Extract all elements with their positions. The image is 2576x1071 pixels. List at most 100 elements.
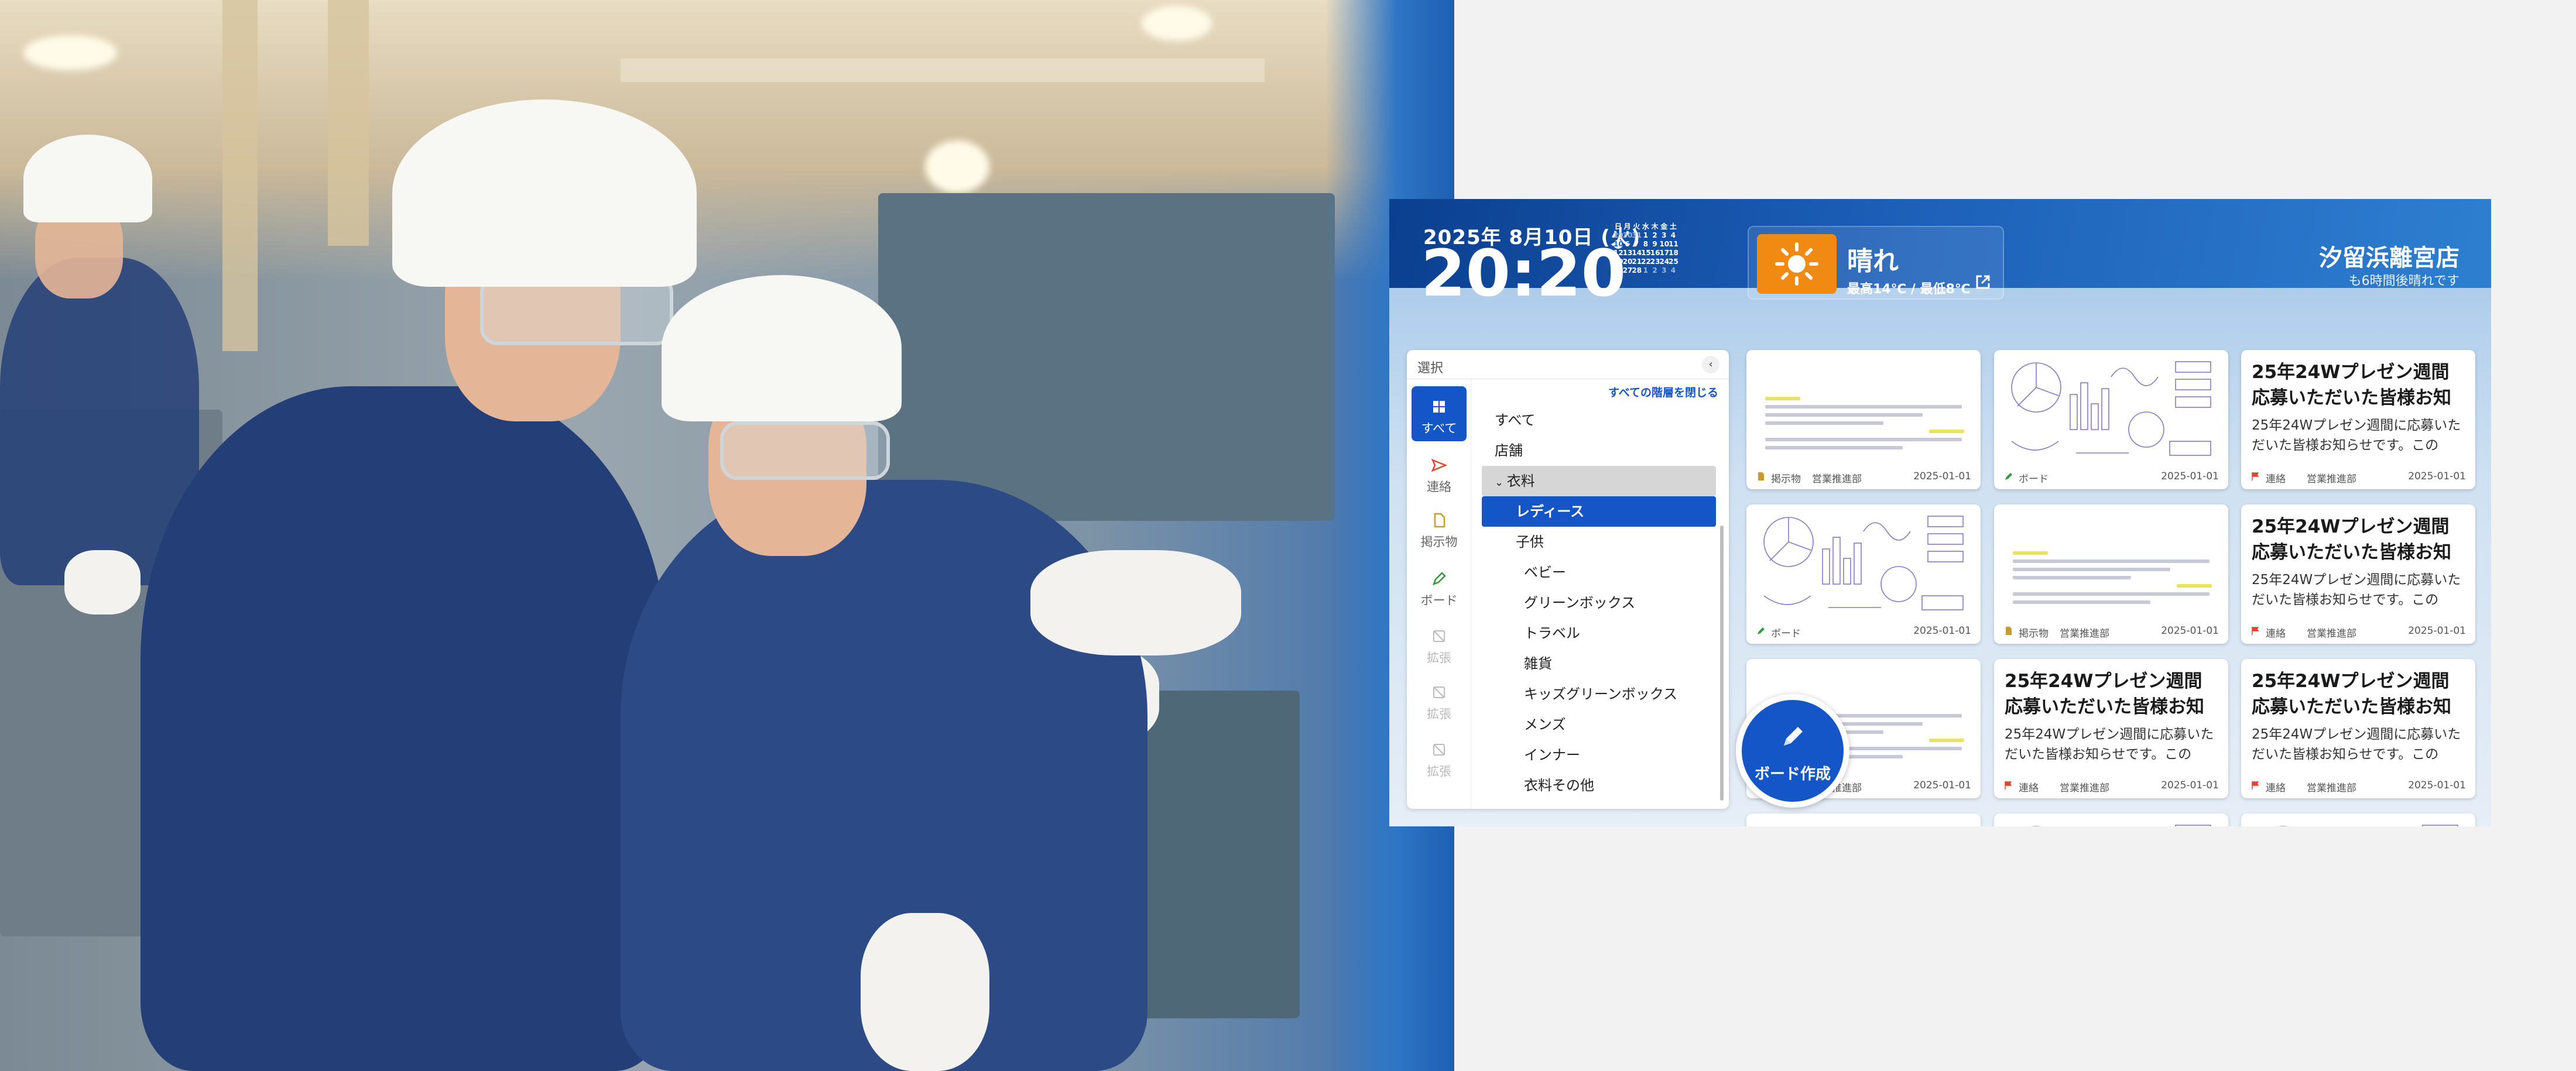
- tree-item[interactable]: 子供: [1482, 527, 1716, 557]
- calendar-day: 3: [1662, 231, 1667, 239]
- card-body: 25年24Wプレゼン週間に応募いただいた皆様お知らせです。この度、2025年の: [2252, 572, 2461, 607]
- notice-card[interactable]: 25年24Wプレゼン週間応募いただいた皆様お知らせ 25年24Wプレゼン週間に応募…: [2241, 504, 2475, 644]
- calendar-day: 6: [1625, 240, 1630, 248]
- rail-item-label: 連絡: [1427, 480, 1451, 494]
- category-tree: すべて店舗 ⌄ 衣料 レディース 子供ベビーグリーンボックストラベル 雑貨 キッズグリーン…: [1482, 405, 1716, 801]
- bulletin-card[interactable]: 掲示物営業推進部 2025-01-01: [1994, 504, 2228, 644]
- calendar-day: 15: [1641, 249, 1651, 257]
- card-title: 25年24Wプレゼン週間応募いただいた皆様お知らせ: [2005, 671, 2204, 718]
- rail-item-3[interactable]: ボード: [1412, 558, 1467, 613]
- tree-item[interactable]: ⌄ 衣料: [1482, 466, 1716, 496]
- calendar-day: 22: [1641, 258, 1651, 266]
- card-date: 2025-01-01: [2161, 625, 2219, 637]
- card-footer: 連絡 営業推進部 2025-01-01: [2250, 469, 2466, 485]
- card-body: 25年24Wプレゼン週間に応募いただいた皆様お知らせです。この度、2025年の: [2252, 418, 2461, 453]
- tree-item[interactable]: 雑貨: [1482, 648, 1716, 679]
- calendar-day: 10: [1659, 240, 1670, 248]
- card-footer: ボード 2025-01-01: [2003, 469, 2219, 485]
- external-link-icon[interactable]: [1975, 274, 1991, 293]
- card-category: 掲示物: [2019, 628, 2049, 640]
- chevron-left-icon[interactable]: ‹: [1702, 356, 1719, 373]
- calendar-weekday: 月: [1623, 222, 1631, 231]
- board-card[interactable]: ボード 2025-01-01: [1746, 504, 1981, 644]
- tree-item[interactable]: すべて: [1482, 405, 1716, 435]
- scrollbar[interactable]: [1720, 526, 1724, 801]
- card-footer: ボード 2025-01-01: [1756, 624, 1971, 640]
- calendar-day: 17: [1659, 249, 1670, 257]
- card-category: ボード: [2019, 473, 2049, 485]
- card-category: 連絡: [2019, 782, 2039, 794]
- create-board-button[interactable]: ボード作成: [1736, 694, 1849, 808]
- pen-icon: [2003, 471, 2014, 482]
- tree-item-label: すべて: [1495, 412, 1536, 428]
- tree-item[interactable]: インナー: [1482, 740, 1716, 770]
- weather-widget[interactable]: 晴れ 最高14℃ / 最低8℃: [1748, 226, 2004, 300]
- notice-card[interactable]: 25年24Wプレゼン週間応募いただいた皆様お知らせ 25年24Wプレゼン週間に応募…: [2241, 350, 2475, 489]
- board-card[interactable]: [1746, 813, 1981, 826]
- tree-item[interactable]: キッズグリーンボックス: [1482, 679, 1716, 709]
- clock: 20:20: [1421, 236, 1626, 311]
- calendar-day: 2: [1652, 231, 1657, 239]
- sun-icon: [1757, 234, 1837, 294]
- rail-item-label: 拡張: [1427, 764, 1451, 778]
- calendar-day: 1: [1643, 266, 1649, 274]
- card-body: 25年24Wプレゼン週間に応募いただいた皆様お知らせです。この度、2025年の: [2252, 727, 2461, 762]
- calendar-day: 29: [1614, 231, 1623, 239]
- pen-icon: [1784, 727, 1803, 746]
- calendar-day: 4: [1670, 231, 1676, 239]
- tree-item-label: グリーンボックス: [1524, 595, 1636, 611]
- bulletin-card[interactable]: 掲示物営業推進部 2025-01-01: [1746, 350, 1981, 489]
- calendar-day: 31: [1632, 231, 1642, 239]
- card-category: 連絡: [2266, 782, 2286, 794]
- tree-item-selected[interactable]: レディース: [1482, 496, 1716, 527]
- send-icon: [1430, 456, 1448, 474]
- tree-item[interactable]: ベビー: [1482, 557, 1716, 588]
- board-card[interactable]: [1994, 813, 2228, 826]
- document-thumbnail: [1765, 397, 1964, 454]
- header-bar: 2025年 8月10日 (火) 20:20 日月火水木金土 29 30 31 1 2 3 4 1…: [1389, 199, 2491, 305]
- tree-item[interactable]: 衣料その他: [1482, 770, 1716, 801]
- card-title: 25年24Wプレゼン週間応募いただいた皆様お知らせ: [2252, 671, 2451, 718]
- tree-item[interactable]: グリーンボックス: [1482, 588, 1716, 618]
- tree-item-label: ベビー: [1524, 564, 1566, 581]
- rail-item-label: すべて: [1421, 421, 1457, 435]
- card-department: 営業推進部: [2060, 782, 2109, 794]
- notice-card[interactable]: 25年24Wプレゼン週間応募いただいた皆様お知らせ 25年24Wプレゼン週間に応募…: [1994, 659, 2228, 798]
- collapse-all-link[interactable]: すべての階層を閉じる: [1608, 384, 1718, 400]
- rail-item-0[interactable]: すべて: [1412, 386, 1467, 441]
- calendar-day: 20: [1622, 258, 1633, 266]
- board-card[interactable]: ボード 2025-01-01: [1994, 350, 2228, 489]
- calendar-day: 19: [1614, 258, 1623, 266]
- pen-icon: [1430, 570, 1448, 588]
- extension-icon: [1430, 627, 1448, 645]
- card-title: 25年24Wプレゼン週間応募いただいた皆様お知らせ: [2252, 516, 2451, 563]
- calendar-day: 4: [1670, 266, 1676, 274]
- category-rail: すべて 連絡 掲示物 ボード 拡張 拡張 拡張: [1407, 379, 1471, 809]
- board-card[interactable]: [2241, 813, 2475, 826]
- rail-item-2[interactable]: 掲示物: [1412, 500, 1467, 555]
- calendar-day: 26: [1614, 266, 1623, 274]
- tree-item[interactable]: 店舗: [1482, 435, 1716, 466]
- panel-header: 選択 ‹: [1407, 350, 1729, 379]
- ceiling-beam: [621, 59, 1265, 82]
- calendar-today: 10: [1614, 240, 1623, 249]
- grid-icon: [1430, 398, 1448, 416]
- mini-calendar: 日月火水木金土 29 30 31 1 2 3 4 10 6 7 8 9 10 11 12 13 14 15 16 17 1…: [1614, 222, 1678, 275]
- card-department: 営業推進部: [2307, 473, 2356, 485]
- card-footer: 連絡 営業推進部 2025-01-01: [2250, 624, 2466, 640]
- tree-item-label: 店舗: [1495, 442, 1523, 459]
- tree-item[interactable]: トラベル: [1482, 618, 1716, 648]
- calendar-day: 27: [1622, 266, 1633, 274]
- notice-card[interactable]: 25年24Wプレゼン週間応募いただいた皆様お知らせ 25年24Wプレゼン週間に応募…: [2241, 659, 2475, 798]
- tree-item[interactable]: メンズ: [1482, 709, 1716, 740]
- calendar-day: 18: [1669, 249, 1678, 257]
- rail-item-1[interactable]: 連絡: [1412, 445, 1467, 500]
- document-icon: [2003, 626, 2014, 636]
- card-category: ボード: [1771, 628, 1801, 640]
- card-department: 営業推進部: [2307, 628, 2356, 640]
- card-footer: 連絡 営業推進部 2025-01-01: [2003, 778, 2219, 794]
- card-date: 2025-01-01: [2408, 625, 2466, 637]
- extension-icon: [1430, 741, 1448, 758]
- calendar-day: 13: [1622, 249, 1633, 257]
- pen-icon: [1756, 626, 1766, 636]
